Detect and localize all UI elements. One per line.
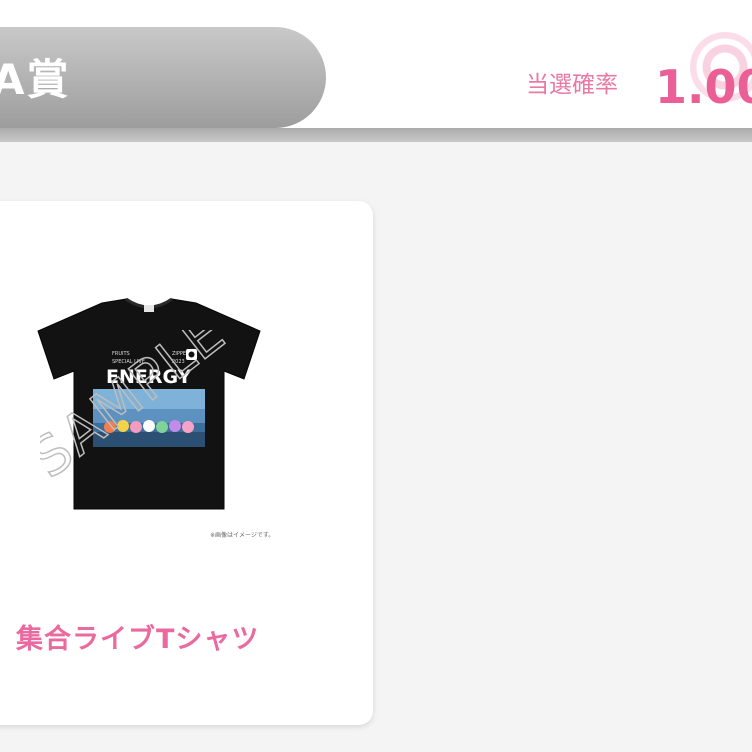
shirt-logo: ENERGY	[106, 366, 192, 388]
probability-value: 1.00	[655, 60, 752, 114]
product-image: FRUITS ZIPPER SPECIAL LIVE 2023 ENERGY	[30, 297, 268, 512]
image-note: ※画像はイメージです。	[210, 532, 275, 539]
tshirt-icon: FRUITS ZIPPER SPECIAL LIVE 2023 ENERGY	[37, 297, 261, 510]
prize-header: A賞 当選確率 1.00	[0, 0, 752, 142]
prize-page: A賞 当選確率 1.00 FRUITS ZIPPER SPECIAL LIVE …	[0, 0, 752, 752]
rank-label: A賞	[0, 55, 71, 104]
shirt-text-fruits: FRUITS	[112, 351, 130, 357]
shirt-text-special-live: SPECIAL LIVE	[112, 359, 145, 365]
product-name: 集合ライブTシャツ	[16, 624, 260, 655]
probability-label: 当選確率	[526, 72, 618, 98]
shirt-text-year: 2023	[172, 359, 185, 365]
header-divider	[0, 128, 752, 142]
